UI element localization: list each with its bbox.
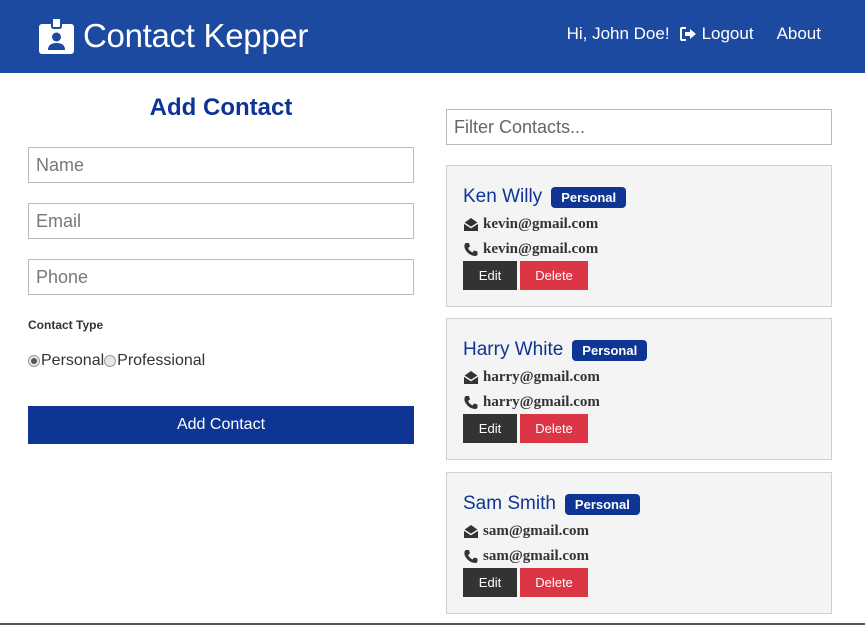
edit-button[interactable]: Edit xyxy=(463,568,517,597)
brand[interactable]: Contact Kepper xyxy=(39,14,308,58)
contact-email: kevin@gmail.com xyxy=(483,216,599,232)
contact-name: Sam Smith xyxy=(463,493,556,514)
contact-phone: sam@gmail.com xyxy=(483,548,590,564)
user-greeting: Hi, John Doe! xyxy=(566,24,670,43)
contact-type-options: Personal Professional xyxy=(28,352,205,370)
contact-email-row: kevin@gmail.com xyxy=(463,216,598,233)
edit-button[interactable]: Edit xyxy=(463,414,517,443)
contact-type-badge: Personal xyxy=(551,186,627,208)
delete-button[interactable]: Delete xyxy=(520,261,588,290)
id-badge-icon xyxy=(39,18,74,54)
contact-phone: harry@gmail.com xyxy=(483,394,600,410)
brand-title: Contact Kepper xyxy=(83,17,309,54)
edit-button[interactable]: Edit xyxy=(463,261,517,290)
filter-contacts-input[interactable] xyxy=(446,109,832,145)
contact-phone: kevin@gmail.com xyxy=(483,241,599,257)
contact-phone-row: kevin@gmail.com xyxy=(463,241,598,258)
about-link[interactable]: About xyxy=(777,24,821,44)
contact-phone-row: harry@gmail.com xyxy=(463,394,600,411)
nav-links: Hi, John Doe! Logout About xyxy=(567,24,821,44)
contact-email-row: harry@gmail.com xyxy=(463,369,600,386)
contact-card: Harry White Personal harry@gmail.com har… xyxy=(446,318,832,460)
envelope-open-icon xyxy=(463,218,479,231)
contact-email-row: sam@gmail.com xyxy=(463,523,589,540)
phone-icon xyxy=(464,550,478,563)
phone-icon xyxy=(464,396,478,409)
radio-personal[interactable] xyxy=(28,355,40,367)
email-input[interactable] xyxy=(28,203,414,239)
sign-out-icon xyxy=(679,27,696,41)
form-title: Add Contact xyxy=(149,94,293,121)
logout-link[interactable]: Logout xyxy=(679,24,754,44)
phone-input[interactable] xyxy=(28,259,414,295)
contact-card: Sam Smith Personal sam@gmail.com sam@gma… xyxy=(446,472,832,614)
radio-professional[interactable] xyxy=(104,355,117,367)
radio-personal-label: Personal xyxy=(41,352,105,369)
contact-name: Harry White xyxy=(463,339,564,360)
name-input[interactable] xyxy=(28,147,414,183)
contact-type-badge: Personal xyxy=(572,339,648,361)
logout-label: Logout xyxy=(701,24,754,43)
contact-email: harry@gmail.com xyxy=(483,369,600,385)
add-contact-button[interactable]: Add Contact xyxy=(28,406,414,444)
contact-card: Ken Willy Personal kevin@gmail.com kevin… xyxy=(446,165,832,307)
phone-icon xyxy=(464,243,478,256)
contact-type-label: Contact Type xyxy=(28,318,104,332)
navbar: Contact Kepper Hi, John Doe! Logout Abou… xyxy=(0,0,865,73)
envelope-open-icon xyxy=(463,371,479,384)
contact-type-badge: Personal xyxy=(564,493,640,515)
contact-name: Ken Willy xyxy=(463,186,543,207)
contact-email: sam@gmail.com xyxy=(483,523,590,539)
contact-phone-row: sam@gmail.com xyxy=(463,548,589,565)
envelope-open-icon xyxy=(463,525,479,538)
radio-professional-label: Professional xyxy=(117,352,206,369)
delete-button[interactable]: Delete xyxy=(520,414,588,443)
delete-button[interactable]: Delete xyxy=(520,568,588,597)
